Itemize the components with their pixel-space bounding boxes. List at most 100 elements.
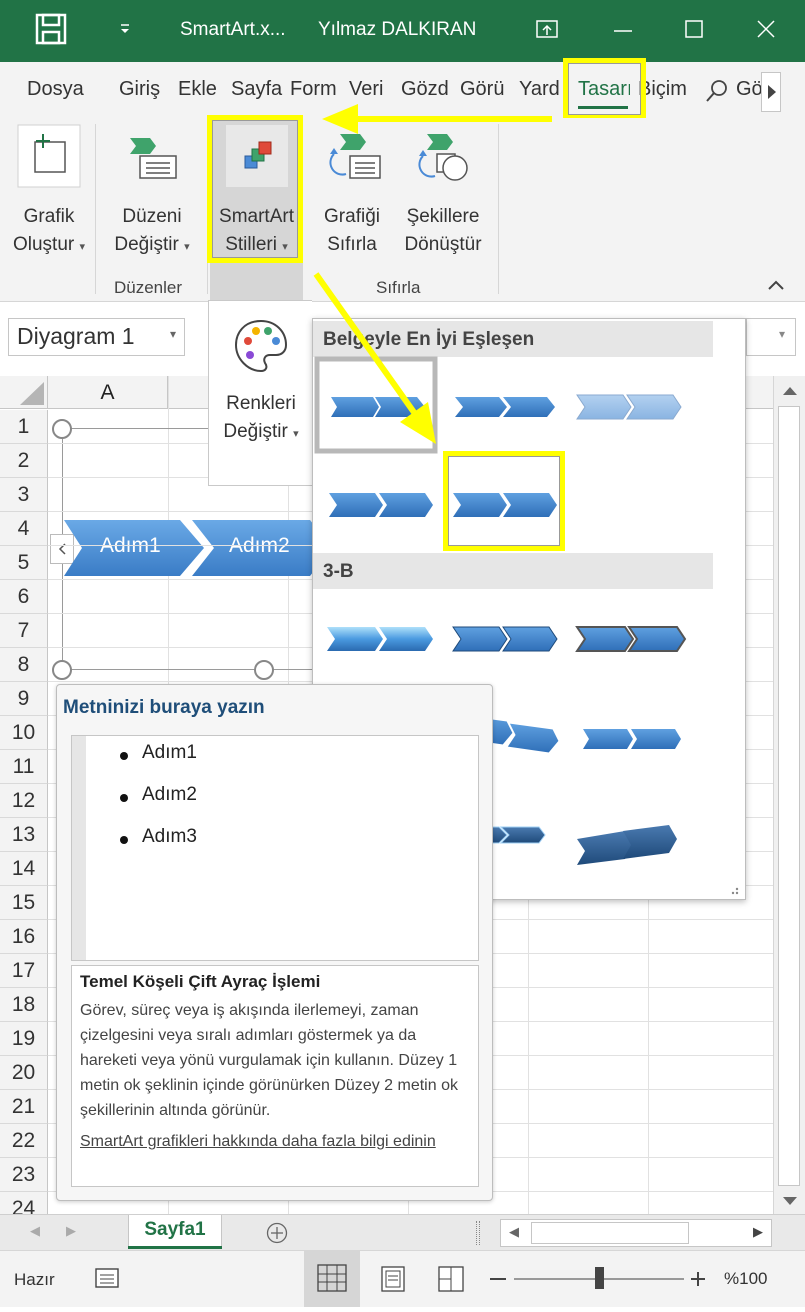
scroll-thumb[interactable] [778,406,800,1186]
zoom-level[interactable]: %100 [724,1269,767,1289]
style-option[interactable] [439,359,557,447]
search-icon[interactable] [704,78,730,104]
row-header[interactable]: 15 [0,886,48,920]
minimize-icon[interactable] [612,20,634,42]
style-option-3d[interactable] [561,791,679,879]
scroll-up-icon[interactable] [780,384,800,398]
column-header-a[interactable]: A [48,376,168,409]
sheet-tab-active[interactable]: Sayfa1 [128,1215,222,1249]
zoom-slider-thumb[interactable] [595,1267,604,1289]
change-layout-button[interactable]: Düzeni Değiştir ▾ [104,124,200,261]
text-pane-editor[interactable]: Adım1 Adım2 Adım3 [71,735,479,961]
row-header[interactable]: 12 [0,784,48,818]
ribbon-tabs: Dosya Giriş Ekle Sayfa Form Veri Gözd Gö… [0,58,805,120]
name-box-value: Diyagram 1 [17,323,135,349]
row-header[interactable]: 17 [0,954,48,988]
change-layout-label-2: Değiştir [114,234,179,255]
create-graphic-button[interactable]: Grafik Oluştur ▾ [6,124,92,261]
page-layout-view-icon[interactable] [378,1265,408,1293]
row-header[interactable]: 23 [0,1158,48,1192]
tab-home[interactable]: Giriş [119,78,160,101]
tab-data[interactable]: Veri [349,78,383,101]
bullet-item[interactable]: Adım1 [142,742,197,764]
row-header[interactable]: 5 [0,546,48,580]
reset-graphic-button[interactable]: Grafiği Sıfırla [312,124,392,259]
name-box-dropdown-icon[interactable]: ▾ [170,327,176,341]
style-option-3d[interactable] [439,595,557,683]
tab-insert[interactable]: Ekle [178,78,217,101]
row-header[interactable]: 11 [0,750,48,784]
scroll-down-icon[interactable] [780,1194,800,1208]
row-header[interactable]: 16 [0,920,48,954]
bullet-item[interactable]: Adım2 [142,784,197,806]
style-option[interactable] [561,359,679,447]
style-option-3d[interactable] [317,595,435,683]
row-header[interactable]: 21 [0,1090,48,1124]
row-header[interactable]: 7 [0,614,48,648]
dropdown-caret-icon: ▾ [184,241,190,253]
h-scroll-thumb[interactable] [531,1222,689,1244]
ribbon-display-icon[interactable] [536,18,558,40]
normal-view-button[interactable] [304,1251,360,1307]
row-header[interactable]: 13 [0,818,48,852]
tab-file[interactable]: Dosya [27,78,84,101]
smartart-step2[interactable]: Adım2 [229,534,290,558]
scroll-right-icon[interactable]: ▶ [753,1224,763,1240]
row-header[interactable]: 20 [0,1056,48,1090]
style-option-3d[interactable] [561,595,679,683]
row-header[interactable]: 14 [0,852,48,886]
style-option-3d[interactable] [561,693,679,781]
tab-view[interactable]: Görü [460,78,512,101]
style-option[interactable] [317,461,435,549]
row-header[interactable]: 22 [0,1124,48,1158]
row-header[interactable]: 1 [0,410,48,444]
resize-handle[interactable] [52,419,72,439]
formula-expand-button[interactable]: ▾ [746,318,796,356]
tab-review[interactable]: Gözd [401,78,453,101]
horizontal-scrollbar[interactable]: ◀ ▶ [500,1219,772,1247]
row-header[interactable]: 3 [0,478,48,512]
row-header[interactable]: 10 [0,716,48,750]
save-icon[interactable] [35,13,67,45]
row-header[interactable]: 9 [0,682,48,716]
zoom-out-icon[interactable] [490,1278,506,1280]
row-header[interactable]: 2 [0,444,48,478]
next-sheet-icon[interactable]: ▶ [66,1223,76,1239]
tab-help[interactable]: Yard [519,78,565,101]
prev-sheet-icon[interactable]: ◀ [30,1223,40,1239]
row-header[interactable]: 18 [0,988,48,1022]
bullet-item[interactable]: Adım3 [142,826,197,848]
resize-handle[interactable] [254,660,274,680]
scroll-left-icon[interactable]: ◀ [509,1224,519,1240]
zoom-in-icon[interactable] [690,1271,706,1287]
change-colors-button[interactable]: Renkleri Değiştir ▾ [209,317,313,448]
row-header[interactable]: 6 [0,580,48,614]
status-ready: Hazır [14,1270,55,1289]
convert-to-shapes-button[interactable]: Şekillere Dönüştür [396,124,490,259]
qat-dropdown-icon[interactable] [118,22,132,36]
resize-handle[interactable] [52,660,72,680]
name-box[interactable]: Diyagram 1 ▾ [8,318,185,356]
style-option-selected[interactable] [317,359,435,447]
macro-record-icon[interactable] [94,1265,122,1291]
row-header[interactable]: 24 [0,1192,48,1214]
row-header[interactable]: 19 [0,1022,48,1056]
learn-more-link[interactable]: SmartArt grafikleri hakkında daha fazla … [80,1129,470,1154]
tab-page-layout[interactable]: Sayfa [231,78,285,101]
row-header[interactable]: 4 [0,512,48,546]
splitter-handle[interactable] [476,1221,480,1245]
user-name[interactable]: Yılmaz DALKIRAN [318,19,476,41]
collapse-ribbon-icon[interactable] [766,278,786,292]
vertical-scrollbar[interactable] [773,376,805,1214]
highlight-target-style [443,451,565,551]
tab-scroll-right[interactable] [761,72,781,112]
smartart-step1[interactable]: Adım1 [100,534,161,558]
tell-me-label[interactable]: Gö [736,78,762,101]
page-break-view-icon[interactable] [436,1265,466,1293]
tab-formulas[interactable]: Form [290,78,342,101]
maximize-icon[interactable] [683,18,705,40]
row-header[interactable]: 8 [0,648,48,682]
add-sheet-icon[interactable] [266,1222,288,1244]
close-icon[interactable] [755,18,777,40]
select-all-corner[interactable] [0,376,48,409]
